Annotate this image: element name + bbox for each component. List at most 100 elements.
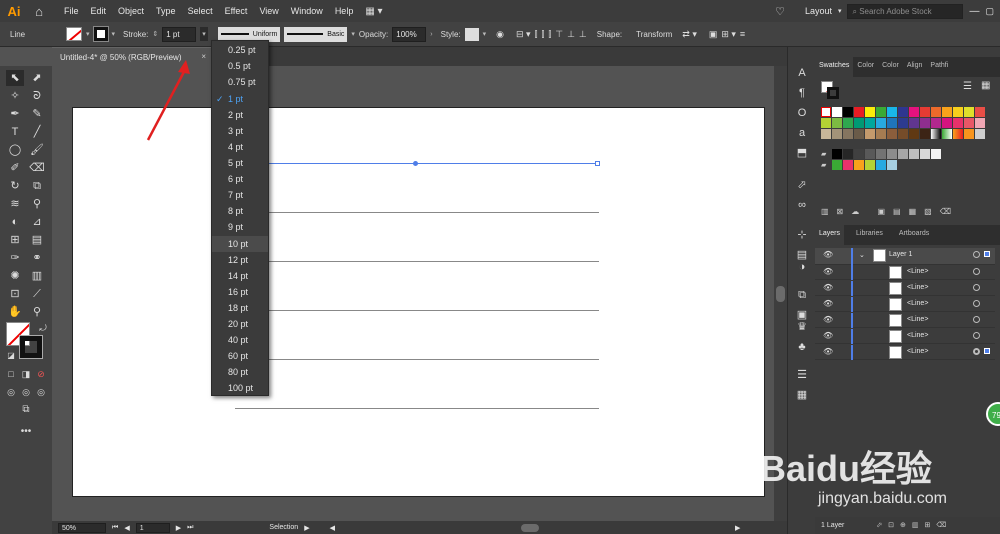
visibility-eye-icon[interactable]: 👁 (823, 267, 833, 276)
menu-object[interactable]: Object (112, 6, 150, 16)
swatch[interactable] (909, 129, 919, 139)
swatch[interactable] (854, 118, 864, 128)
stroke-option[interactable]: 7 pt (212, 187, 268, 203)
style-swatch[interactable] (464, 27, 479, 41)
recolor-icon[interactable]: ◉ (496, 29, 504, 40)
paintbrush-icon[interactable]: 🖌 (28, 142, 46, 158)
column-graph-icon[interactable]: ▥ (28, 268, 46, 284)
swatch[interactable] (832, 129, 842, 139)
target-circle-icon[interactable] (973, 284, 980, 291)
stroke-option[interactable]: 3 pt (212, 123, 268, 139)
stroke-option[interactable]: 9 pt (212, 219, 268, 235)
stroke-option[interactable]: 4 pt (212, 139, 268, 155)
stroke-option[interactable]: 100 pt (212, 380, 268, 396)
zoom-field[interactable]: 50% (58, 522, 106, 533)
swatch[interactable] (876, 149, 886, 159)
swatch[interactable] (854, 107, 864, 117)
chevron-down-icon[interactable]: ▾ (112, 30, 116, 38)
symbols-panel-icon[interactable]: ⬒ (794, 145, 810, 161)
menu-edit[interactable]: Edit (85, 6, 113, 16)
fill-swatch[interactable] (66, 27, 82, 41)
stroke-option[interactable]: 40 pt (212, 332, 268, 348)
swatch[interactable] (865, 118, 875, 128)
menu-view[interactable]: View (253, 6, 284, 16)
target-circle-icon[interactable] (973, 251, 980, 258)
swatch[interactable] (843, 129, 853, 139)
glyphs-panel-icon[interactable]: a (794, 125, 810, 141)
swatch[interactable] (920, 129, 930, 139)
swatch[interactable] (920, 118, 930, 128)
sublayer-row[interactable]: 👁 <Line> (815, 313, 995, 328)
type-tool-icon[interactable]: T (6, 124, 24, 140)
grid-view-icon[interactable]: ▦ (981, 80, 990, 91)
status-menu-icon[interactable]: ▶ (304, 524, 309, 532)
arrange-documents-icon[interactable]: ▦ ▾ (365, 6, 382, 17)
line-center-point[interactable] (413, 161, 418, 166)
swatch[interactable] (843, 107, 853, 117)
swatch[interactable] (876, 160, 886, 170)
menu-select[interactable]: Select (182, 6, 219, 16)
tab-layers[interactable]: Layers (815, 225, 845, 245)
swatch[interactable] (821, 129, 831, 139)
lightbulb-icon[interactable]: ♡ (775, 5, 785, 18)
draw-inside-icon[interactable]: ◎ (32, 384, 50, 400)
layers-footer-icons[interactable]: ⬀⊡⊕▥⊞⌫ (876, 522, 952, 529)
transform-panel-icon[interactable]: ⊹ (794, 227, 810, 243)
visibility-eye-icon[interactable]: 👁 (823, 347, 833, 356)
align-bottom-icon[interactable]: ⊥ (579, 29, 587, 40)
symbol-sprayer-icon[interactable]: ✺ (6, 268, 24, 284)
hand-tool-icon[interactable]: ✋ (6, 304, 24, 320)
swatch[interactable] (942, 107, 952, 117)
stroke-option[interactable]: 18 pt (212, 300, 268, 316)
swatch[interactable] (898, 118, 908, 128)
eyedropper-icon[interactable]: ✑ (6, 250, 24, 266)
first-artboard-icon[interactable]: ⏮ (112, 524, 118, 532)
selection-indicator[interactable] (984, 348, 990, 354)
tab-color-guide[interactable]: Color (878, 57, 903, 77)
graphic-styles-panel-icon[interactable]: ⧉ (794, 287, 810, 303)
line-3[interactable] (235, 261, 599, 262)
swatch[interactable] (843, 118, 853, 128)
swatch[interactable] (832, 107, 842, 117)
stroke-option-selected[interactable]: ✓ 1 pt (212, 91, 268, 107)
swatch[interactable] (931, 149, 941, 159)
chevron-down-icon[interactable]: ▾ (200, 27, 208, 41)
swatch[interactable] (887, 149, 897, 159)
stroke-option-hovered[interactable]: 10 pt (212, 236, 268, 252)
swatch[interactable] (876, 129, 886, 139)
target-circle-icon[interactable] (973, 268, 980, 275)
swatch[interactable] (854, 160, 864, 170)
swatch[interactable] (865, 160, 875, 170)
line-5[interactable] (235, 359, 599, 360)
selected-line[interactable] (269, 163, 599, 164)
swatch[interactable] (931, 107, 941, 117)
swatch[interactable] (832, 160, 842, 170)
swatch[interactable] (898, 149, 908, 159)
status-tool-label[interactable]: Selection (269, 524, 298, 531)
appearance-panel-icon[interactable]: ◑ (794, 259, 810, 275)
swatch[interactable] (843, 149, 853, 159)
menu-file[interactable]: File (58, 6, 85, 16)
layer-name[interactable]: Layer 1 (889, 251, 912, 258)
slice-tool-icon[interactable]: ⟋ (28, 286, 46, 302)
chevron-down-icon[interactable]: ▾ (86, 30, 90, 38)
pen-tool-icon[interactable]: ✒ (6, 106, 24, 122)
stroke-weight-field[interactable]: 1 pt (162, 26, 197, 42)
opentype-panel-icon[interactable]: O (794, 105, 810, 121)
selection-tool-icon[interactable]: ⬉ (6, 70, 24, 86)
line-4[interactable] (235, 310, 599, 311)
target-circle-icon[interactable] (973, 300, 980, 307)
swatch[interactable] (832, 149, 842, 159)
swatch[interactable] (975, 107, 985, 117)
stroke-option[interactable]: 12 pt (212, 252, 268, 268)
tab-align[interactable]: Align (903, 57, 927, 77)
align-to-icon[interactable]: ⊟ ▾ (516, 29, 531, 40)
swatch[interactable] (931, 118, 941, 128)
export-panel-icon[interactable]: ⬀ (794, 177, 810, 193)
swatch[interactable] (876, 118, 886, 128)
default-colors-icon[interactable]: ◪ (2, 348, 20, 364)
stroke-option[interactable]: 5 pt (212, 155, 268, 171)
swatch[interactable] (920, 107, 930, 117)
stroke-option[interactable]: 2 pt (212, 107, 268, 123)
selection-indicator[interactable] (984, 251, 990, 257)
